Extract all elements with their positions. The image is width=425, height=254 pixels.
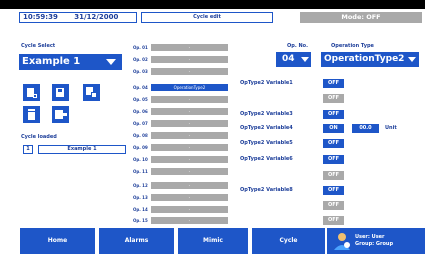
cycle-select-value: Example 1	[22, 56, 81, 67]
nav-home-button[interactable]: Home	[20, 228, 95, 254]
step-value: -	[151, 206, 228, 213]
step-label: Op. 05	[133, 97, 148, 102]
user-login-button[interactable]: User: User Group: Group	[327, 228, 425, 254]
copy-cycle-button[interactable]	[83, 84, 100, 101]
cycle-select-label: Cycle Select	[21, 43, 56, 49]
plus-badge-icon	[33, 94, 37, 98]
step-value: -	[151, 156, 228, 163]
step-value: -	[151, 132, 228, 139]
variable-toggle-disabled: OFF	[323, 94, 344, 103]
step-label: Op. 12	[133, 183, 148, 188]
time-text: 10:59:39	[23, 13, 58, 21]
step-value: -	[151, 96, 228, 103]
step-value: -	[151, 217, 228, 224]
op-type-value: OperationType2	[324, 54, 405, 64]
floppy-label-icon	[58, 89, 62, 92]
variable-label: OpType2 Variable6	[240, 156, 293, 162]
variable4-unit: Unit	[385, 125, 397, 131]
op-no-value: 04	[282, 54, 295, 64]
variable-toggle[interactable]: ON	[323, 124, 344, 133]
step-value: -	[151, 120, 228, 127]
step-value: -	[151, 56, 228, 63]
variable-label: OpType2 Variable1	[240, 80, 293, 86]
step-label: Op. 13	[133, 195, 148, 200]
delete-cycle-button[interactable]	[23, 106, 40, 123]
variable-toggle-disabled: OFF	[323, 216, 344, 225]
step-label: Op. 09	[133, 145, 148, 150]
step-label: Op. 14	[133, 207, 148, 212]
step-value: -	[151, 108, 228, 115]
new-cycle-button[interactable]	[23, 84, 40, 101]
variable-toggle[interactable]: OFF	[323, 79, 344, 88]
step-label: Op. 07	[133, 121, 148, 126]
load-cycle-button[interactable]	[52, 106, 69, 123]
op-type-label: Operation Type	[331, 43, 374, 49]
arrow-right-icon	[61, 113, 67, 116]
op-no-label: Op. No.	[287, 43, 308, 49]
variable-toggle-disabled: OFF	[323, 201, 344, 210]
step-label: Op. 11	[133, 169, 148, 174]
step-label: Op. 01	[133, 45, 148, 50]
trash-icon	[28, 112, 35, 120]
variable-label: OpType2 Variable8	[240, 187, 293, 193]
chevron-down-icon	[106, 59, 116, 65]
variable-label: OpType2 Variable5	[240, 140, 293, 146]
user-name: User: User	[355, 234, 385, 240]
op-type-dropdown[interactable]: OperationType2	[321, 52, 419, 67]
step-label: Op. 06	[133, 109, 148, 114]
step-label: Op. 10	[133, 157, 148, 162]
variable-toggle-disabled: OFF	[323, 171, 344, 180]
step-value: -	[151, 182, 228, 189]
nav-alarms-button[interactable]: Alarms	[99, 228, 174, 254]
step-label: Op. 08	[133, 133, 148, 138]
cycle-select-dropdown[interactable]: Example 1	[19, 54, 122, 70]
step-value: -	[151, 144, 228, 151]
step-value: -	[151, 44, 228, 51]
step-label: Op. 04	[133, 85, 148, 90]
status-display: Cycle edit	[141, 12, 273, 23]
user-group: Group: Group	[355, 241, 394, 247]
loaded-cycle-number: 1	[23, 145, 33, 154]
date-text: 31/12/2000	[74, 13, 119, 21]
datetime-display: 10:59:39 31/12/2000	[19, 12, 137, 23]
variable-label: OpType2 Variable4	[240, 125, 293, 131]
step-label: Op. 02	[133, 57, 148, 62]
nav-cycle-button[interactable]: Cycle	[252, 228, 325, 254]
hmi-screen: 10:59:39 31/12/2000 Cycle edit Mode: OFF…	[0, 0, 425, 254]
variable-toggle[interactable]: OFF	[323, 139, 344, 148]
user-icon	[334, 233, 350, 250]
loaded-cycle-name: Example 1	[38, 145, 126, 154]
copy-back-icon	[91, 92, 97, 98]
step-label: Op. 15	[133, 218, 148, 223]
variable-toggle[interactable]: OFF	[323, 186, 344, 195]
top-bar	[0, 0, 425, 9]
step-value: -	[151, 168, 228, 175]
step-value: -	[151, 68, 228, 75]
chevron-down-icon	[301, 57, 309, 62]
nav-mimic-button[interactable]: Mimic	[178, 228, 248, 254]
variable-label: OpType2 Variable3	[240, 111, 293, 117]
step-value: -	[151, 194, 228, 201]
chevron-down-icon	[408, 57, 416, 62]
op-no-dropdown[interactable]: 04	[276, 52, 311, 67]
trash-lid-icon	[28, 109, 35, 111]
mode-display: Mode: OFF	[300, 12, 422, 23]
cycle-loaded-label: Cycle loaded	[21, 134, 57, 140]
variable-toggle[interactable]: OFF	[323, 110, 344, 119]
step-label: Op. 03	[133, 69, 148, 74]
save-cycle-button[interactable]	[52, 84, 69, 101]
variable-toggle[interactable]: OFF	[323, 155, 344, 164]
variable4-value-input[interactable]: 00.0	[352, 124, 379, 133]
step-value-active: OperationType2	[151, 84, 228, 91]
